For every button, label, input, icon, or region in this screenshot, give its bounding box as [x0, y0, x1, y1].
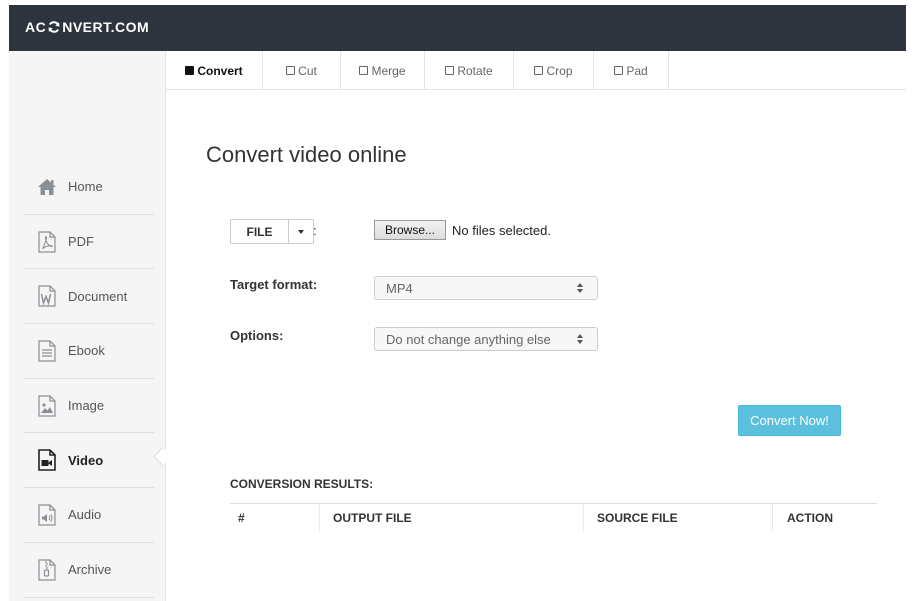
select-arrows-icon: [577, 334, 583, 344]
sidebar-item-label: Archive: [68, 562, 112, 578]
sidebar: Home PDF Document Ebook Image Video Audi…: [9, 51, 166, 601]
sidebar-item-label: Image: [68, 398, 105, 414]
sidebar-item-audio[interactable]: Audio: [24, 488, 154, 543]
audio-file-icon: [36, 504, 58, 526]
file-source-dropdown: FILE: [230, 219, 314, 244]
column-header-source-file: SOURCE FILE: [584, 504, 773, 531]
tab-convert[interactable]: Convert: [166, 51, 263, 90]
home-icon: [36, 176, 58, 198]
caret-down-icon[interactable]: [289, 219, 314, 244]
file-label-colon: :: [313, 223, 317, 238]
pdf-file-icon: [36, 230, 58, 253]
checkbox-icon: [359, 66, 369, 75]
target-format-value: MP4: [386, 280, 413, 296]
sidebar-item-ebook[interactable]: Ebook: [24, 324, 154, 379]
tab-label: Convert: [197, 63, 243, 78]
tab-label: Crop: [546, 63, 573, 78]
sidebar-item-label: Video: [68, 452, 104, 468]
checkbox-icon: [445, 66, 455, 75]
select-arrows-icon: [577, 283, 583, 293]
top-header-bar: AC NVERT.COM: [9, 5, 906, 51]
sidebar-nav: Home PDF Document Ebook Image Video Audi…: [24, 160, 154, 598]
options-label: Options:: [230, 328, 284, 343]
sidebar-item-label: Home: [68, 179, 103, 195]
column-header-action: ACTION: [787, 510, 833, 525]
logo-text-prefix: AC: [25, 19, 47, 35]
column-header-number: #: [230, 504, 320, 531]
convert-now-button[interactable]: Convert Now!: [738, 405, 841, 436]
table-header-row: # OUTPUT FILE SOURCE FILE ACTION: [230, 504, 877, 531]
tab-rotate[interactable]: Rotate: [425, 51, 514, 90]
sidebar-item-pdf[interactable]: PDF: [24, 215, 154, 270]
checkbox-icon: [286, 66, 296, 75]
tab-cut[interactable]: Cut: [263, 51, 341, 90]
checkbox-icon: [614, 66, 624, 75]
sidebar-item-image[interactable]: Image: [24, 379, 154, 434]
tab-label: Pad: [626, 63, 648, 78]
sidebar-item-label: Document: [68, 288, 128, 304]
target-format-label: Target format:: [230, 277, 318, 292]
tab-label: Cut: [298, 63, 317, 78]
sidebar-item-label: PDF: [68, 234, 94, 250]
sync-icon: [48, 21, 60, 33]
image-file-icon: [36, 394, 58, 417]
ebook-icon: [36, 340, 58, 362]
word-document-icon: [36, 285, 58, 307]
video-file-icon: [36, 449, 58, 472]
browse-button[interactable]: Browse...: [374, 220, 446, 240]
archive-file-icon: [36, 559, 58, 581]
page-title: Convert video online: [206, 142, 407, 167]
options-select[interactable]: Do not change anything else: [374, 327, 598, 351]
file-source-button[interactable]: FILE: [230, 219, 289, 244]
tool-tabs: Convert Cut Merge Rotate Crop Pad: [166, 51, 906, 90]
sidebar-item-home[interactable]: Home: [24, 160, 154, 215]
sidebar-item-label: Ebook: [68, 343, 105, 359]
tab-label: Rotate: [457, 63, 493, 78]
tab-label: Merge: [371, 63, 406, 78]
target-format-select[interactable]: MP4: [374, 276, 598, 300]
sidebar-item-document[interactable]: Document: [24, 269, 154, 325]
options-value: Do not change anything else: [386, 331, 551, 347]
file-status-text: No files selected.: [452, 223, 551, 238]
tab-pad[interactable]: Pad: [594, 51, 669, 90]
checkbox-icon: [185, 66, 195, 75]
sidebar-item-video[interactable]: Video: [24, 433, 154, 489]
checkbox-icon: [534, 66, 544, 75]
site-logo[interactable]: AC NVERT.COM: [25, 19, 149, 35]
sidebar-item-label: Audio: [68, 507, 102, 523]
tab-crop[interactable]: Crop: [514, 51, 594, 90]
tab-merge[interactable]: Merge: [341, 51, 425, 90]
conversion-results-heading: CONVERSION RESULTS:: [230, 477, 374, 491]
sidebar-item-archive[interactable]: Archive: [24, 543, 154, 598]
column-header-output-file: OUTPUT FILE: [320, 504, 584, 531]
conversion-results-table: # OUTPUT FILE SOURCE FILE ACTION: [230, 503, 877, 531]
logo-text-suffix: NVERT.COM: [62, 19, 150, 35]
